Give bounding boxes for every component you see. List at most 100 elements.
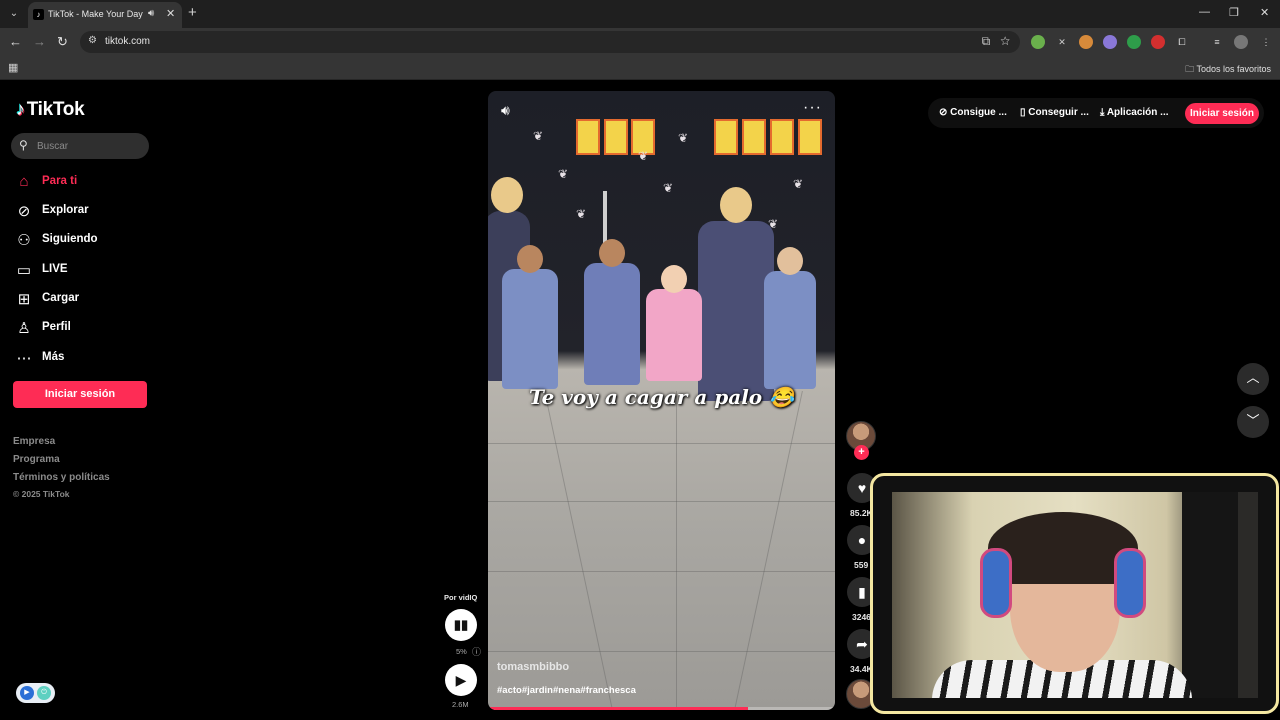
power-icon[interactable]: ⏻: [37, 686, 51, 700]
nav-label: Más: [42, 351, 65, 363]
address-bar[interactable]: ⚙ tiktok.com ⧉ ☆: [80, 31, 1020, 53]
back-button[interactable]: ←: [9, 34, 22, 49]
restore-button[interactable]: ❐: [1229, 6, 1239, 19]
tab-search-icon[interactable]: ⌄: [5, 5, 23, 23]
tiktok-note-icon: ♪: [16, 99, 25, 119]
tiktok-logo[interactable]: ♪ TikTok: [16, 99, 85, 121]
webcam-feed: [892, 492, 1258, 698]
floor-tile-line: [488, 501, 835, 502]
video-progress-bar[interactable]: [488, 707, 835, 710]
minimize-button[interactable]: —: [1199, 6, 1210, 18]
tab-title: TikTok - Make Your Day: [48, 9, 143, 19]
wall-banner: [604, 119, 628, 155]
install-icon[interactable]: ⧉: [982, 34, 991, 48]
headphone-left: [980, 548, 1012, 618]
child-figure: [584, 239, 640, 385]
volume-icon[interactable]: 🔊︎: [501, 102, 510, 119]
get-app-label: Conseguir ...: [1028, 107, 1089, 118]
extensions-puzzle-icon[interactable]: ⧠: [1175, 35, 1189, 49]
profile-avatar-icon[interactable]: [1234, 35, 1248, 49]
get-coins-link[interactable]: ⊘ Consigue ...: [939, 107, 1007, 118]
upload-icon: ⊞: [17, 291, 31, 308]
nav-profile[interactable]: ♙ Perfil: [14, 317, 154, 339]
speaker-icon[interactable]: 🔊︎: [148, 8, 154, 19]
get-app-link[interactable]: ▯ Conseguir ...: [1020, 107, 1089, 118]
paper-dove-decoration: ❦: [533, 129, 544, 143]
vidiq-label: Por vidIQ: [444, 593, 478, 602]
video-progress-fill: [488, 707, 749, 710]
top-login-button[interactable]: Iniciar sesión: [1185, 103, 1259, 124]
sidebar-login-button[interactable]: Iniciar sesión: [13, 381, 147, 408]
screen-recorder-icon[interactable]: ▶: [20, 686, 34, 700]
follow-plus-icon[interactable]: +: [854, 445, 869, 460]
teacher-figure: [698, 187, 774, 401]
play-button[interactable]: ▶: [445, 664, 477, 696]
nav-explore[interactable]: ⊘ Explorar: [14, 200, 154, 222]
new-tab-button[interactable]: +: [188, 5, 197, 21]
wall-banner: [742, 119, 766, 155]
nav-label: Explorar: [42, 204, 89, 216]
headphone-right: [1114, 548, 1146, 618]
info-icon[interactable]: ⓘ: [472, 645, 481, 658]
bookmark-icon: ▮: [858, 584, 866, 600]
browser-tab[interactable]: ♪ TikTok - Make Your Day 🔊︎ ✕: [28, 2, 182, 28]
nav-label: Perfil: [42, 321, 71, 333]
url-text: tiktok.com: [105, 36, 151, 47]
video-author[interactable]: tomasmbibbo: [497, 661, 569, 673]
floor-tile-line: [488, 571, 835, 572]
bookmarks-bar: ▦ 🗀 Todos los favoritos: [0, 56, 1280, 80]
previous-video-button[interactable]: ︿: [1237, 363, 1269, 395]
nav-following[interactable]: ⚇ Siguiendo: [14, 229, 154, 251]
chevron-down-icon: ﹀: [1246, 413, 1260, 428]
home-icon: ⌂: [19, 173, 29, 190]
footer-link-terms[interactable]: Términos y políticas: [13, 472, 110, 483]
video-caption-overlay: Te voy a cagar a palo 😂: [529, 385, 794, 409]
desktop-app-link[interactable]: ⤓ Aplicación ...: [1100, 107, 1169, 118]
nav-upload[interactable]: ⊞ Cargar: [14, 288, 154, 310]
hanging-coat: [1182, 492, 1238, 698]
person-head: [661, 265, 687, 293]
footer-link-program[interactable]: Programa: [13, 454, 60, 465]
nav-label: Cargar: [42, 292, 80, 304]
translate-extension-icon[interactable]: ✕: [1055, 35, 1069, 49]
nav-label: Para ti: [42, 175, 78, 187]
extension-icon[interactable]: [1151, 35, 1165, 49]
floor-tile-line: [676, 391, 677, 710]
site-info-icon[interactable]: ⚙: [88, 35, 97, 46]
close-tab-icon[interactable]: ✕: [166, 7, 175, 20]
video-hashtags[interactable]: #acto#jardin#nena#franchesca: [497, 685, 636, 696]
forward-button[interactable]: →: [33, 34, 46, 49]
wall-banner: [770, 119, 794, 155]
more-options-icon[interactable]: ···: [803, 99, 822, 117]
vidiq-stats-button[interactable]: ▮▮: [445, 609, 477, 641]
close-window-button[interactable]: ✕: [1260, 6, 1269, 19]
reload-button[interactable]: ↻: [57, 34, 68, 50]
wall-banner: [714, 119, 738, 155]
wall-banner: [798, 119, 822, 155]
bookmark-star-icon[interactable]: ☆: [1000, 34, 1010, 48]
floating-extension-widget[interactable]: ▶ ⏻: [16, 683, 55, 703]
footer-link-company[interactable]: Empresa: [13, 436, 55, 447]
search-input[interactable]: ⚲ Buscar: [11, 133, 149, 159]
next-video-button[interactable]: ﹀: [1237, 406, 1269, 438]
browser-menu-icon[interactable]: ⋮: [1259, 35, 1273, 49]
vidiq-score: 5%: [456, 647, 467, 656]
extension-icon[interactable]: [1103, 35, 1117, 49]
paper-dove-decoration: ❦: [678, 131, 689, 145]
extension-icon[interactable]: [1079, 35, 1093, 49]
logo-text: TikTok: [26, 99, 85, 120]
nav-for-you[interactable]: ⌂ Para ti: [14, 171, 154, 193]
extension-icon[interactable]: [1127, 35, 1141, 49]
apps-grid-icon[interactable]: ▦: [8, 61, 18, 74]
floor-tile-line: [734, 391, 803, 710]
all-bookmarks-folder[interactable]: 🗀 Todos los favoritos: [1185, 62, 1271, 78]
floor-tile-line: [488, 443, 835, 444]
extension-icon[interactable]: [1031, 35, 1045, 49]
wall-banner: [576, 119, 600, 155]
comment-count: 559: [854, 560, 869, 570]
video-player[interactable]: ❦ ❦ ❦ ❦ ❦ ❦ ❦ ❦ 🔊︎ ··· Te voy a cagar a …: [488, 91, 835, 710]
media-controls-icon[interactable]: ≡: [1210, 35, 1224, 49]
nav-more[interactable]: ⋯ Más: [14, 347, 154, 369]
paper-dove-decoration: ❦: [638, 149, 649, 163]
nav-live[interactable]: ▭ LIVE: [14, 259, 154, 281]
